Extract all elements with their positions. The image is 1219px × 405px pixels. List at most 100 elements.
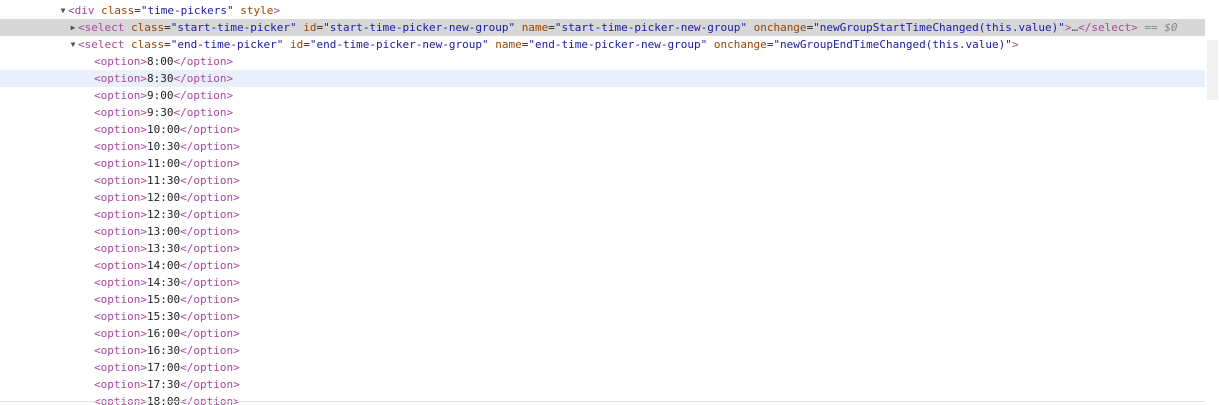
option-text: 16:00: [146, 327, 181, 340]
tag-close-bracket: >: [1011, 38, 1019, 51]
dom-node-option[interactable]: <option>11:00</option>: [0, 155, 1219, 172]
option-close-tag: </option>: [180, 174, 240, 187]
option-close-tag: </option>: [180, 208, 240, 221]
option-close-tag: </option>: [180, 361, 240, 374]
attr-name-onchange: onchange: [746, 21, 807, 34]
scrollbar-thumb[interactable]: [1207, 40, 1218, 100]
attr-name-class: class: [94, 4, 135, 17]
option-text: 10:00: [146, 123, 181, 136]
option-text: 13:30: [146, 242, 181, 255]
option-text: 9:30: [146, 106, 174, 119]
option-open-tag: <option>: [94, 208, 147, 221]
collapse-arrow-icon[interactable]: ▼: [68, 36, 78, 53]
attr-value-id: "start-time-picker-new-group": [323, 21, 516, 34]
attr-name-id: id: [296, 21, 317, 34]
option-close-tag: </option>: [180, 191, 240, 204]
dom-node-option[interactable]: <option>16:30</option>: [0, 342, 1219, 359]
option-close-tag: </option>: [180, 123, 240, 136]
attr-equals: =: [164, 21, 171, 34]
attr-value-name: "end-time-picker-new-group": [528, 38, 708, 51]
attr-value-class: "time-pickers": [140, 4, 234, 17]
attr-equals: =: [134, 4, 141, 17]
dom-node-option[interactable]: <option>17:30</option>: [0, 376, 1219, 393]
dom-node-option[interactable]: <option>14:30</option>: [0, 274, 1219, 291]
attr-name-onchange: onchange: [707, 38, 767, 51]
dom-node-select-start-time-picker[interactable]: ▶ <select class="start-time-picker" id="s…: [0, 19, 1219, 36]
dom-node-option[interactable]: <option>17:00</option>: [0, 359, 1219, 376]
option-text: 8:30: [146, 72, 174, 85]
dom-node-select-end-time-picker[interactable]: ▼ <select class="end-time-picker" id="end…: [0, 36, 1219, 53]
option-open-tag: <option>: [94, 140, 147, 153]
option-open-tag: <option>: [94, 361, 147, 374]
option-text: 11:00: [146, 157, 181, 170]
dom-node-option[interactable]: <option>9:30</option>: [0, 104, 1219, 121]
option-open-tag: <option>: [94, 225, 147, 238]
option-close-tag: </option>: [180, 157, 240, 170]
dom-node-option[interactable]: <option>15:00</option>: [0, 291, 1219, 308]
tag-open: <div: [68, 4, 95, 17]
dom-node-option[interactable]: <option>14:00</option>: [0, 257, 1219, 274]
attr-equals: =: [548, 21, 555, 34]
attr-value-name: "start-time-picker-new-group": [554, 21, 747, 34]
dom-node-option[interactable]: <option>9:00</option>: [0, 87, 1219, 104]
option-text: 17:30: [146, 378, 181, 391]
attr-name-class: class: [124, 21, 165, 34]
option-close-tag: </option>: [173, 72, 234, 85]
dom-node-option[interactable]: <option>18:00</option>: [0, 393, 1219, 405]
option-open-tag: <option>: [94, 378, 147, 391]
option-close-tag: </option>: [180, 242, 240, 255]
dom-node-option[interactable]: <option>11:30</option>: [0, 172, 1219, 189]
dom-node-option[interactable]: <option>13:00</option>: [0, 223, 1219, 240]
option-open-tag: <option>: [94, 174, 147, 187]
attr-equals: =: [164, 38, 171, 51]
option-text: 13:00: [146, 225, 181, 238]
dom-node-option[interactable]: <option>10:00</option>: [0, 121, 1219, 138]
dom-node-div-time-pickers[interactable]: ▼ <div class="time-pickers" style>: [0, 2, 1219, 19]
option-open-tag: <option>: [94, 344, 147, 357]
tag-close: </select>: [1078, 21, 1138, 34]
option-close-tag: </option>: [180, 310, 240, 323]
option-close-tag: </option>: [180, 327, 240, 340]
option-text: 10:30: [146, 140, 181, 153]
option-text: 11:30: [146, 174, 181, 187]
dom-node-option[interactable]: <option>12:00</option>: [0, 189, 1219, 206]
attr-value-id: "end-time-picker-new-group": [309, 38, 489, 51]
tag-open: <select: [78, 38, 125, 51]
vertical-scrollbar[interactable]: [1205, 0, 1219, 405]
option-open-tag: <option>: [94, 293, 147, 306]
attr-name-name: name: [515, 21, 549, 34]
expand-arrow-icon[interactable]: ▶: [68, 19, 78, 36]
attr-value-onchange: "newGroupStartTimeChanged(this.value)": [813, 21, 1065, 34]
dom-node-option[interactable]: <option>10:30</option>: [0, 138, 1219, 155]
option-open-tag: <option>: [94, 89, 147, 102]
attr-name-style: style: [233, 4, 274, 17]
option-text: 15:30: [146, 310, 181, 323]
attr-name-class: class: [124, 38, 165, 51]
attr-name-name: name: [488, 38, 522, 51]
option-open-tag: <option>: [94, 242, 147, 255]
attr-equals: =: [303, 38, 310, 51]
tag-open: <select: [78, 21, 125, 34]
option-text: 18:00: [146, 395, 181, 405]
dom-node-option[interactable]: <option>8:30</option>: [0, 70, 1219, 87]
option-text: 15:00: [146, 293, 181, 306]
option-text: 12:00: [146, 191, 181, 204]
dom-node-option[interactable]: <option>8:00</option>: [0, 53, 1219, 70]
dom-node-option[interactable]: <option>15:30</option>: [0, 308, 1219, 325]
option-close-tag: </option>: [180, 276, 240, 289]
option-open-tag: <option>: [94, 191, 147, 204]
elements-panel: ▼ <div class="time-pickers" style> ▶ <sele…: [0, 0, 1219, 405]
option-close-tag: </option>: [173, 89, 234, 102]
option-text: 17:00: [146, 361, 181, 374]
tag-close-bracket: >: [273, 4, 280, 17]
option-text: 14:30: [146, 276, 181, 289]
dom-node-option[interactable]: <option>12:30</option>: [0, 206, 1219, 223]
option-close-tag: </option>: [180, 225, 240, 238]
option-open-tag: <option>: [94, 157, 147, 170]
dom-node-option[interactable]: <option>16:00</option>: [0, 325, 1219, 342]
option-close-tag: </option>: [180, 395, 240, 405]
option-close-tag: </option>: [180, 344, 240, 357]
dom-node-option[interactable]: <option>13:30</option>: [0, 240, 1219, 257]
collapse-arrow-icon[interactable]: ▼: [58, 2, 68, 19]
option-text: 8:00: [146, 55, 174, 68]
